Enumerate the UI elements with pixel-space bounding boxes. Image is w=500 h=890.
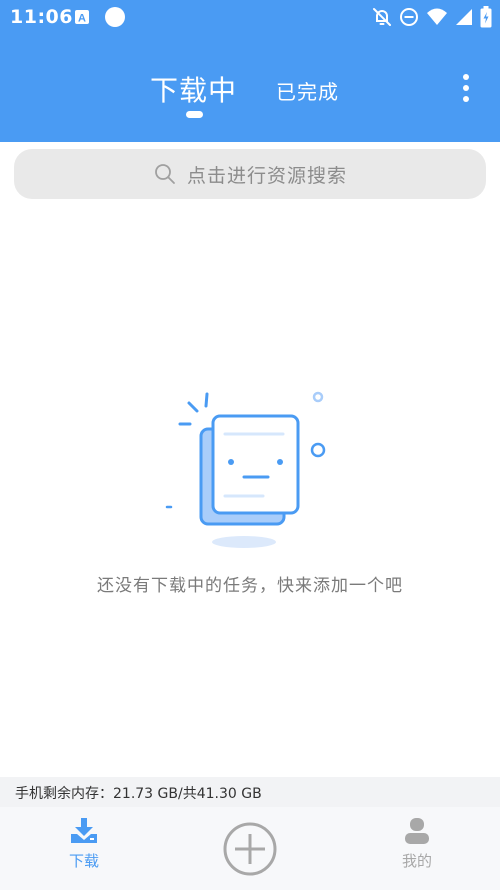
search-bar[interactable]: 点击进行资源搜索 bbox=[14, 149, 486, 199]
nav-item-download[interactable]: 下载 bbox=[44, 817, 124, 871]
user-icon bbox=[377, 817, 457, 845]
tab-completed[interactable]: 已完成 bbox=[276, 76, 339, 105]
nav-item-mine[interactable]: 我的 bbox=[377, 817, 457, 871]
storage-info-bar: 手机剩余内存：21.73 GB/共41.30 GB bbox=[0, 777, 500, 807]
svg-text:A: A bbox=[78, 13, 86, 25]
add-task-button[interactable] bbox=[222, 821, 278, 877]
bell-off-icon bbox=[372, 7, 392, 27]
app-notification-icon: A bbox=[74, 9, 90, 25]
add-circle-icon bbox=[222, 821, 278, 877]
battery-icon bbox=[480, 6, 492, 28]
empty-tasks-illustration bbox=[160, 386, 340, 556]
bottom-navigation: 下载 我的 bbox=[0, 807, 500, 890]
more-vert-icon bbox=[463, 74, 469, 80]
search-icon bbox=[153, 162, 177, 186]
storage-label: 手机剩余内存：21.73 GB/共41.30 GB bbox=[15, 786, 262, 802]
nav-label-mine: 我的 bbox=[401, 852, 432, 870]
download-icon bbox=[44, 817, 124, 845]
search-placeholder: 点击进行资源搜索 bbox=[186, 164, 347, 187]
nav-label-download: 下载 bbox=[68, 852, 99, 870]
notification-dot-icon bbox=[104, 6, 126, 28]
tab-downloading[interactable]: 下载中 bbox=[150, 69, 237, 109]
active-tab-indicator bbox=[186, 111, 203, 118]
more-options-button[interactable] bbox=[452, 70, 480, 106]
do-not-disturb-icon bbox=[399, 7, 419, 27]
wifi-icon bbox=[426, 7, 448, 27]
status-time: 11:06 bbox=[10, 6, 73, 28]
app-header: 11:06 A 下载中 已完成 bbox=[0, 0, 500, 142]
cellular-signal-icon bbox=[455, 7, 473, 27]
status-bar: 11:06 A bbox=[0, 0, 500, 36]
empty-state-message: 还没有下载中的任务，快来添加一个吧 bbox=[97, 576, 403, 596]
